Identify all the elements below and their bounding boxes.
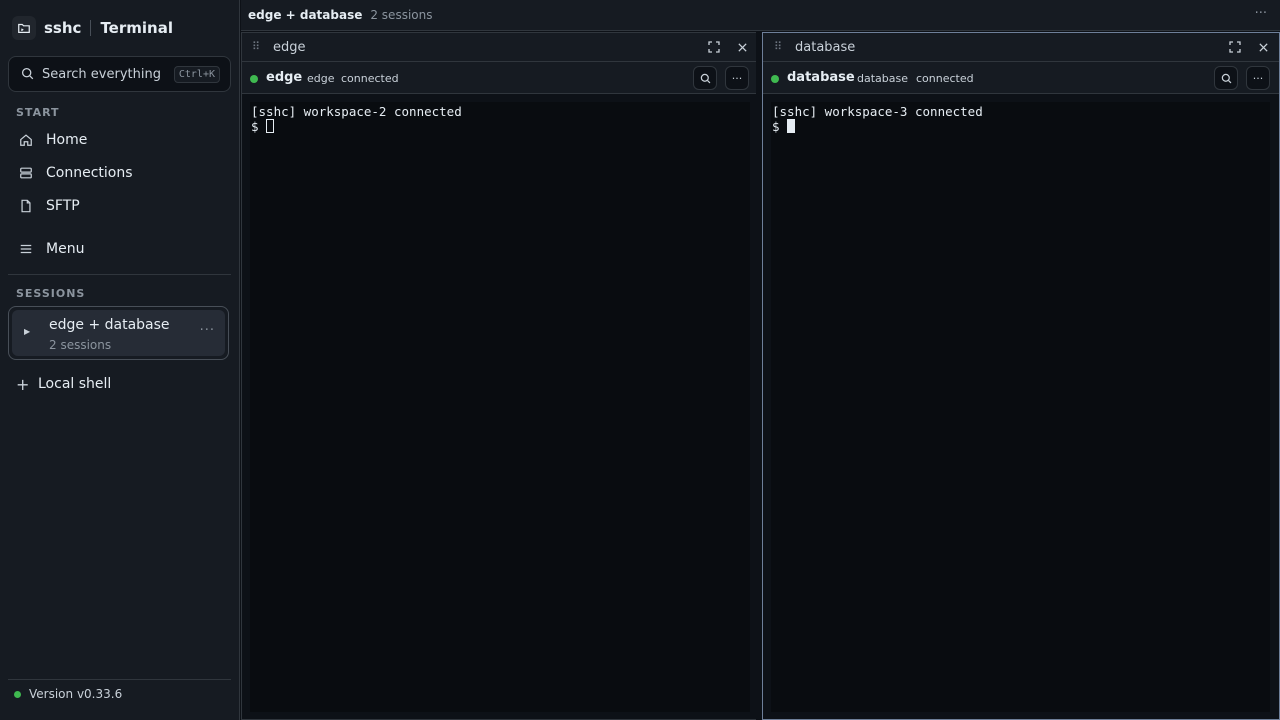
- maximize-icon[interactable]: [1228, 40, 1242, 54]
- search-button[interactable]: [693, 66, 717, 90]
- terminal-output[interactable]: [sshc] workspace-2 connected $: [250, 102, 750, 712]
- connection-dot-icon: [771, 75, 779, 83]
- session-group-name: edge + database: [49, 317, 170, 333]
- terminal-line: [sshc] workspace-2 connected: [251, 104, 462, 119]
- pane-status-bar: database database connected ···: [763, 62, 1279, 94]
- brand-name: sshc: [44, 19, 82, 37]
- brand-title: Terminal: [100, 19, 173, 37]
- pane-more-button[interactable]: ···: [1246, 66, 1270, 90]
- session-group-count: 2 sessions: [49, 338, 112, 352]
- server-icon: [18, 165, 34, 181]
- brand[interactable]: sshc Terminal: [12, 16, 173, 40]
- close-icon[interactable]: [1256, 40, 1270, 54]
- terminal-output[interactable]: [sshc] workspace-3 connected $: [771, 102, 1270, 712]
- status-host: edge: [307, 72, 335, 85]
- search-icon: [21, 65, 34, 84]
- sidebar: sshc Terminal Search everything Ctrl+K S…: [0, 0, 240, 720]
- file-icon: [18, 198, 34, 214]
- nav-home[interactable]: Home: [8, 125, 231, 155]
- status-state: connected: [916, 72, 974, 85]
- workspace-session-count: 2 sessions: [370, 8, 433, 22]
- connection-dot-icon: [250, 75, 258, 83]
- session-group-inner: ▶ edge + database 2 sessions ···: [12, 310, 225, 356]
- workspace-more-button[interactable]: ···: [1255, 6, 1267, 21]
- nav-sftp-label: SFTP: [46, 198, 80, 214]
- search-shortcut: Ctrl+K: [173, 65, 220, 83]
- maximize-icon[interactable]: [707, 40, 721, 54]
- drag-handle-icon[interactable]: ⠿: [252, 40, 260, 53]
- terminal-line: [sshc] workspace-3 connected: [772, 104, 983, 119]
- search-button[interactable]: [1214, 66, 1238, 90]
- version-label: Version v0.33.6: [29, 687, 123, 701]
- brand-separator: [90, 20, 92, 36]
- sessions-section-label: SESSIONS: [16, 287, 86, 300]
- pane-header: ⠿ database: [763, 33, 1279, 62]
- terminal-prompt: $: [251, 119, 259, 134]
- search-box[interactable]: Search everything Ctrl+K: [8, 56, 231, 92]
- sidebar-footer-divider: [8, 679, 231, 680]
- hamburger-icon: [18, 241, 34, 257]
- plus-icon: +: [16, 374, 30, 394]
- terminal-cursor: [265, 119, 274, 133]
- status-dot-icon: [14, 690, 21, 698]
- status-name: database: [787, 70, 855, 85]
- nav-connections[interactable]: Connections: [8, 158, 231, 188]
- workspace-title: edge + database: [248, 8, 363, 22]
- pane-title: database: [795, 40, 856, 55]
- terminal-cursor: [786, 119, 795, 133]
- workspace-topbar: edge + database 2 sessions ···: [241, 0, 1280, 31]
- terminal-prompt: $: [772, 119, 780, 134]
- version-indicator: Version v0.33.6: [14, 687, 122, 701]
- search-placeholder: Search everything: [42, 66, 161, 82]
- pane-status-bar: edge edge connected ···: [242, 62, 756, 94]
- session-group-item[interactable]: ▶ edge + database 2 sessions ···: [8, 306, 229, 360]
- pane-title: edge: [273, 40, 306, 55]
- nav-connections-label: Connections: [46, 165, 133, 181]
- local-shell-button[interactable]: + Local shell: [16, 372, 111, 396]
- nav-menu[interactable]: Menu: [8, 234, 231, 264]
- nav-sftp[interactable]: SFTP: [8, 191, 231, 221]
- status-name: edge: [266, 70, 303, 85]
- terminal-pane-edge: ⠿ edge edge edge connected ··· [sshc] wo…: [241, 32, 757, 720]
- pane-header: ⠿ edge: [242, 33, 756, 62]
- terminal-pane-database: ⠿ database database database connected ·…: [762, 32, 1280, 720]
- nav-menu-label: Menu: [46, 241, 85, 257]
- session-more-button[interactable]: ···: [200, 323, 215, 338]
- folder-terminal-icon: [12, 16, 36, 40]
- close-icon[interactable]: [735, 40, 749, 54]
- local-shell-label: Local shell: [38, 376, 112, 392]
- status-state: connected: [341, 72, 399, 85]
- home-icon: [18, 132, 34, 148]
- nav-home-label: Home: [46, 132, 88, 148]
- expand-arrow-icon[interactable]: ▶: [24, 327, 30, 336]
- pane-more-button[interactable]: ···: [725, 66, 749, 90]
- drag-handle-icon[interactable]: ⠿: [774, 40, 782, 53]
- status-host: database: [857, 72, 908, 85]
- sidebar-divider: [8, 274, 231, 275]
- start-section-label: START: [16, 106, 60, 119]
